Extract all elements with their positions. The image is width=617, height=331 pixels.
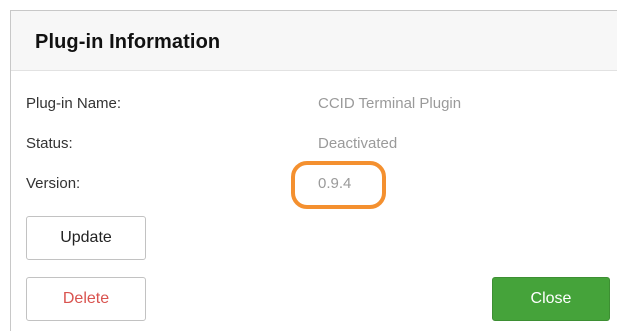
version-label: Version: — [26, 175, 81, 192]
version-value: 0.9.4 — [318, 175, 352, 192]
update-button[interactable]: Update — [26, 216, 146, 260]
dialog-title: Plug-in Information — [35, 31, 221, 53]
status-value: Deactivated — [318, 135, 398, 152]
close-button[interactable]: Close — [492, 277, 610, 321]
plugin-name-label: Plug-in Name: — [26, 95, 122, 112]
dialog-header: Plug-in Information — [11, 11, 617, 71]
delete-button[interactable]: Delete — [26, 277, 146, 321]
status-label: Status: — [26, 135, 73, 152]
plugin-info-dialog: Plug-in Information Plug-in Name: CCID T… — [10, 10, 617, 331]
plugin-name-value: CCID Terminal Plugin — [318, 95, 462, 112]
